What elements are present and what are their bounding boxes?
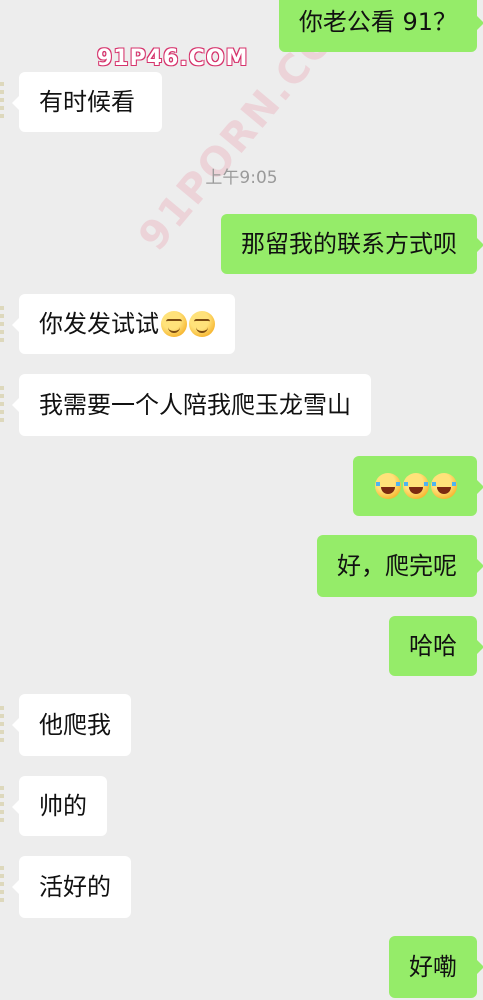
avatar-edge[interactable] xyxy=(0,706,4,746)
message-text: 好嘞 xyxy=(409,953,457,981)
message-bubble-incoming[interactable]: 活好的 xyxy=(12,856,131,918)
message-bubble-incoming[interactable]: 帅的 xyxy=(12,776,107,836)
message-text: 好，爬完呢 xyxy=(337,552,457,580)
avatar-edge[interactable] xyxy=(0,386,4,426)
chat-window: 91P46.COM 91PORN.COM 你老公看 91？ 有时候看 上午9:0… xyxy=(0,0,483,1000)
avatar-edge[interactable] xyxy=(0,82,4,122)
thinking-face-emoji xyxy=(161,311,187,337)
message-text: 那留我的联系方式呗 xyxy=(241,230,457,258)
message-text: 他爬我 xyxy=(39,711,111,739)
laughing-crying-emoji xyxy=(431,473,457,499)
message-bubble-incoming[interactable]: 他爬我 xyxy=(12,694,131,756)
message-bubble-outgoing[interactable]: 哈哈 xyxy=(389,616,483,676)
thinking-face-emoji xyxy=(189,311,215,337)
message-text: 你发发试试 xyxy=(39,310,159,338)
laughing-crying-emoji xyxy=(375,473,401,499)
message-text: 帅的 xyxy=(39,792,87,820)
message-bubble-incoming[interactable]: 我需要一个人陪我爬玉龙雪山 xyxy=(12,374,371,436)
message-bubble-outgoing[interactable]: 好，爬完呢 xyxy=(317,535,483,597)
message-bubble-outgoing[interactable]: 那留我的联系方式呗 xyxy=(221,214,483,274)
message-bubble-outgoing[interactable]: 你老公看 91？ xyxy=(278,0,483,52)
avatar-edge[interactable] xyxy=(0,866,4,906)
avatar-edge[interactable] xyxy=(0,786,4,826)
message-text: 哈哈 xyxy=(409,632,457,660)
timestamp: 上午9:05 xyxy=(205,168,278,188)
message-text: 有时候看 xyxy=(39,88,135,116)
watermark-top: 91P46.COM xyxy=(97,46,249,71)
laughing-crying-emoji xyxy=(403,473,429,499)
message-bubble-outgoing[interactable]: 好嘞 xyxy=(389,936,483,998)
avatar-edge[interactable] xyxy=(0,306,4,346)
message-bubble-incoming[interactable]: 有时候看 xyxy=(12,72,162,132)
message-bubble-incoming[interactable]: 你发发试试 xyxy=(12,294,235,354)
message-text: 我需要一个人陪我爬玉龙雪山 xyxy=(39,391,351,419)
message-text: 你老公看 91？ xyxy=(298,8,457,36)
message-bubble-outgoing[interactable] xyxy=(353,456,483,516)
message-text: 活好的 xyxy=(39,873,111,901)
